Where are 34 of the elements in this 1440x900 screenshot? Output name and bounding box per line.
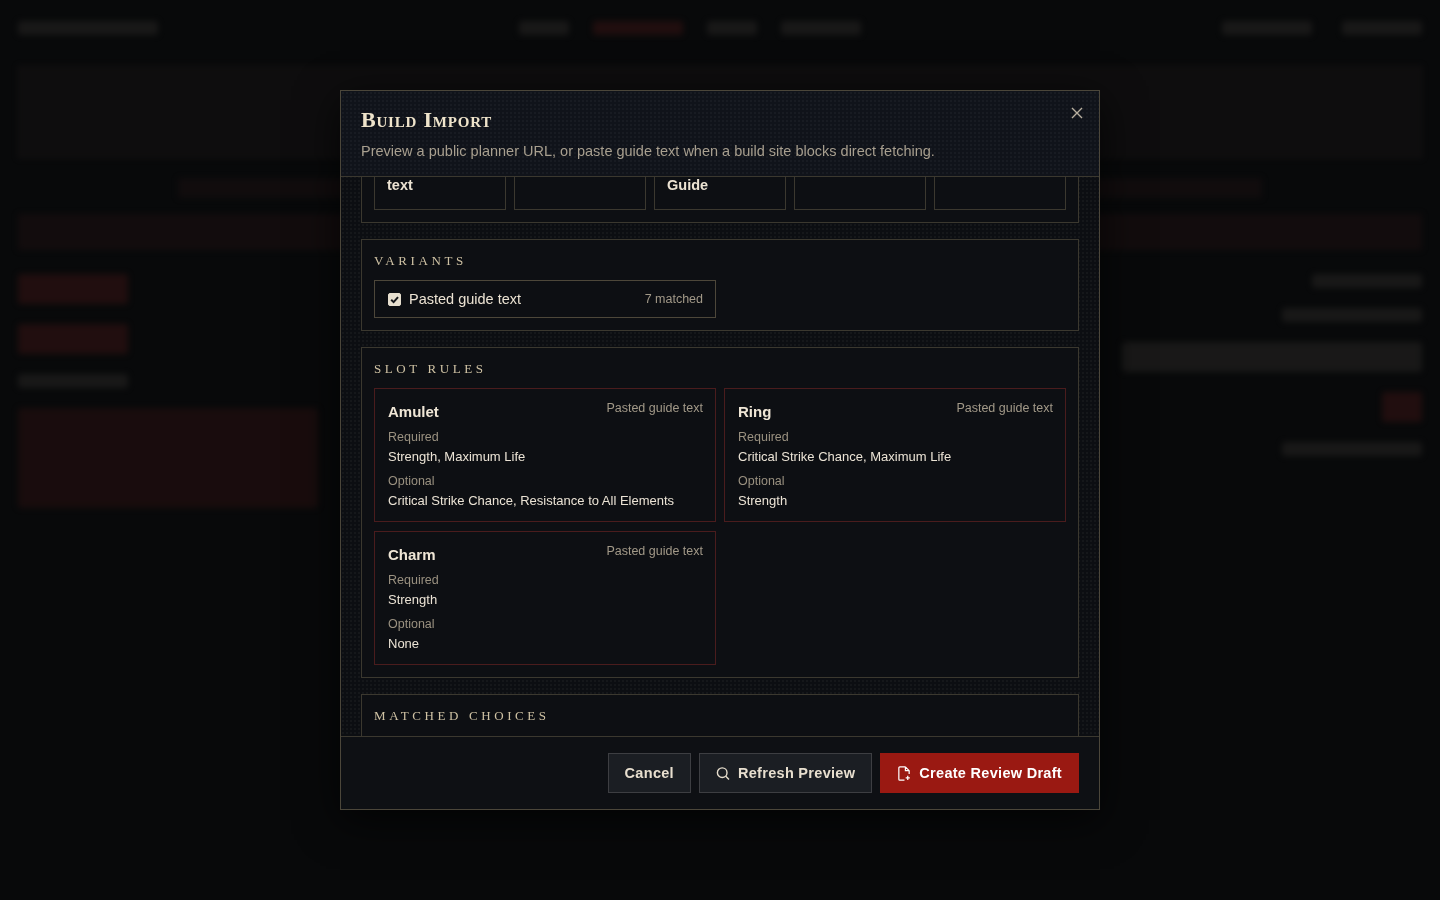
section-heading: MATCHED CHOICES <box>374 707 550 725</box>
required-stats: Strength, Maximum Life <box>388 448 526 466</box>
search-icon <box>715 765 730 781</box>
section-heading: VARIANTS <box>374 252 467 270</box>
optional-stats: None <box>388 635 420 653</box>
cancel-button[interactable]: Cancel <box>607 753 691 793</box>
variant-option[interactable]: Pasted guide text 7 matched <box>374 280 716 318</box>
match-count: 7 matched <box>644 292 703 306</box>
rule-source: Pasted guide text <box>956 400 1053 417</box>
required-stats: Critical Strike Chance, Maximum Life <box>738 448 952 466</box>
rule-source: Pasted guide text <box>606 543 703 560</box>
required-label: Required <box>738 429 789 446</box>
optional-label: Optional <box>388 473 435 490</box>
slot-name: Ring <box>738 402 772 422</box>
optional-stats: Critical Strike Chance, Resistance to All Elements <box>388 492 675 510</box>
cell-text: text <box>387 177 413 194</box>
required-stats: Strength <box>388 591 438 609</box>
required-label: Required <box>388 572 439 589</box>
create-draft-button[interactable]: Create Review Draft <box>880 753 1079 793</box>
dialog-subtitle: Preview a public planner URL, or paste guide text when a build site blocks direct fetching. <box>361 142 935 161</box>
slot-name: Amulet <box>388 402 439 422</box>
required-label: Required <box>388 429 439 446</box>
optional-label: Optional <box>738 473 785 490</box>
rule-source: Pasted guide text <box>606 400 703 417</box>
checkbox[interactable] <box>388 292 401 306</box>
section-heading: SLOT RULES <box>374 360 487 378</box>
document-plus-icon <box>897 765 912 781</box>
optional-label: Optional <box>388 616 435 633</box>
close-icon <box>1071 107 1083 119</box>
dialog-title: Build Import <box>361 107 493 133</box>
optional-stats: Strength <box>738 492 788 510</box>
cell-text: Guide <box>667 177 709 194</box>
slot-name: Charm <box>388 545 436 565</box>
refresh-preview-button[interactable]: Refresh Preview <box>698 753 873 793</box>
